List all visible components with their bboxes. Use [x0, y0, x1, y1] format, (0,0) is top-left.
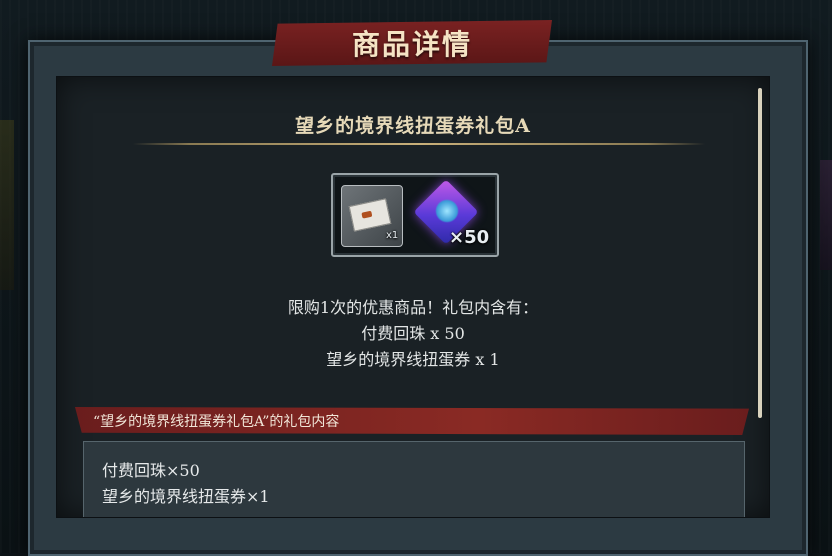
description-line: 望乡的境界线扭蛋券 x 1 — [326, 350, 500, 369]
dialog-title-banner: 商品详情 — [272, 20, 552, 66]
contents-section-header: “望乡的境界线扭蛋券礼包A”的礼包内容 — [75, 407, 749, 435]
item-quantity: ×50 — [449, 227, 490, 248]
gacha-ticket-icon[interactable]: x1 — [341, 185, 403, 247]
scrollbar[interactable] — [758, 88, 762, 418]
contents-list: 付费回珠×50 望乡的境界线扭蛋券×1 — [83, 441, 745, 517]
dialog-title: 商品详情 — [351, 28, 472, 61]
contents-section-title: “望乡的境界线扭蛋券礼包A”的礼包内容 — [93, 414, 340, 430]
product-name: 望乡的境界线扭蛋券礼包A — [295, 115, 531, 137]
paid-orb-icon[interactable]: ×50 — [413, 179, 490, 248]
item-quantity: x1 — [386, 230, 399, 241]
contents-item: 望乡的境界线扭蛋券×1 — [102, 487, 270, 506]
background-decoration-right — [820, 160, 832, 270]
divider — [133, 143, 705, 145]
background-decoration-left — [0, 120, 14, 290]
item-preview-panel: x1 ×50 — [331, 173, 499, 257]
dialog-content[interactable]: 望乡的境界线扭蛋券礼包A x1 ×50 限购1次的优惠商品！礼包内含有： 付费回… — [56, 76, 770, 518]
description-line: 限购1次的优惠商品！礼包内含有： — [287, 298, 539, 317]
contents-item: 付费回珠×50 — [102, 461, 200, 480]
product-description: 限购1次的优惠商品！礼包内含有： 付费回珠 x 50 望乡的境界线扭蛋券 x 1 — [57, 295, 769, 373]
description-line: 付费回珠 x 50 — [361, 324, 465, 343]
